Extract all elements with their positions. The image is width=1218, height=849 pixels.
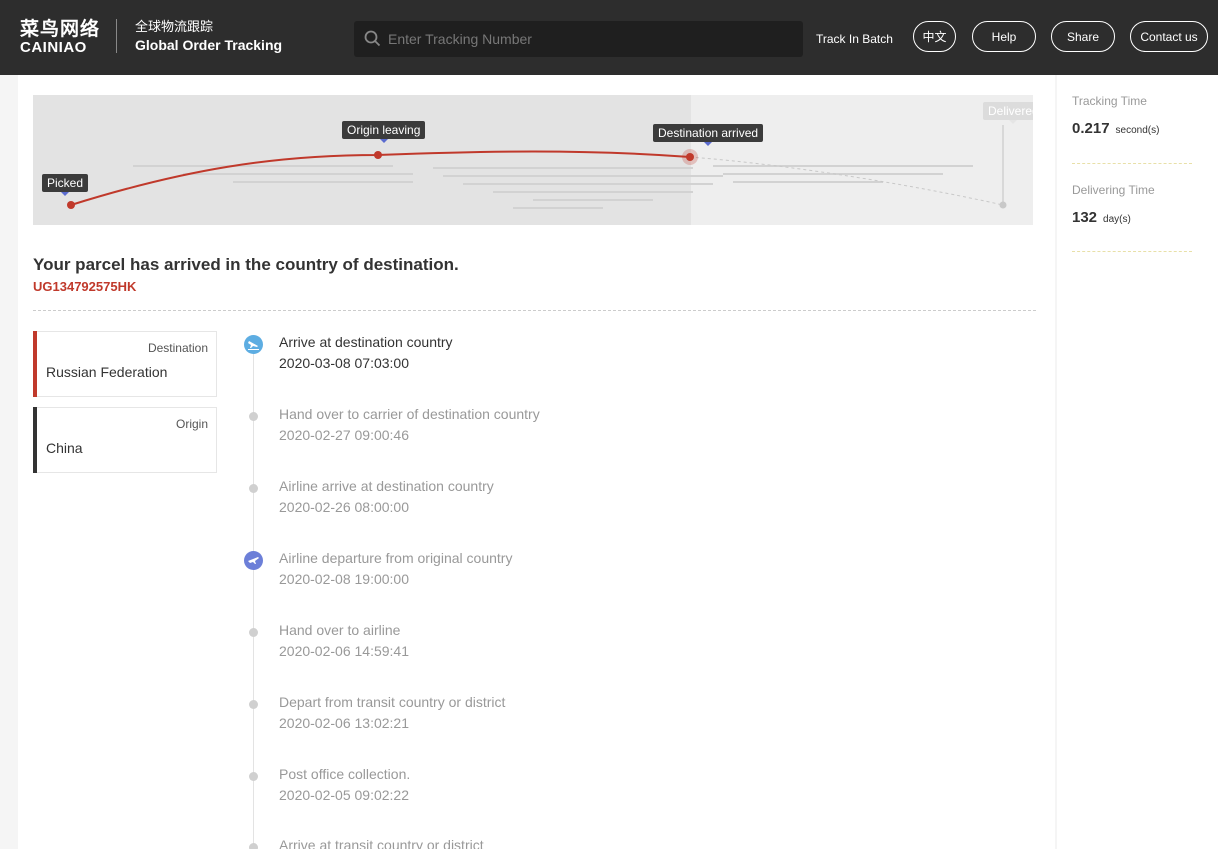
stats-divider [1072,163,1192,164]
tracking-number: UG134792575HK [33,279,137,294]
event-time: 2020-02-06 14:59:41 [279,643,409,659]
timeline-event: Hand over to carrier of destination coun… [18,405,918,465]
event-time: 2020-03-08 07:03:00 [279,355,409,371]
timeline-dot [249,843,258,849]
world-map-dots [133,165,973,209]
stage-tag-destination-arrived: Destination arrived [653,124,764,146]
share-button[interactable]: Share [1051,21,1115,52]
event-description: Arrive at transit country or district [279,837,484,849]
timeline-dot [249,628,258,637]
event-time: 2020-02-06 13:02:21 [279,715,409,731]
logo-chinese-text: 菜鸟网络 [20,18,101,40]
subtitle-english: Global Order Tracking [135,37,283,53]
timeline-dot [249,412,258,421]
search-icon[interactable] [364,30,381,47]
section-divider [33,310,1036,311]
event-description: Airline arrive at destination country [279,478,494,494]
top-header: 菜鸟网络 CAINIAO 全球物流跟踪 Global Order Trackin… [0,0,1218,75]
timeline-event: Arrive at destination country 2020-03-08… [18,333,918,393]
timeline-event: Arrive at transit country or district [18,836,918,849]
delivering-time-value: 132 [1072,209,1098,226]
event-description: Hand over to airline [279,622,401,638]
event-time: 2020-02-27 09:00:46 [279,427,409,443]
timeline-dot [249,772,258,781]
timeline-dot [249,700,258,709]
stage-tag-picked: Picked [42,174,89,196]
logo-english-text: CAINIAO [20,39,87,56]
plane-takeoff-icon [244,551,263,570]
track-in-batch-link[interactable]: Track In Batch [816,32,893,46]
event-description: Airline departure from original country [279,550,513,566]
contact-us-button[interactable]: Contact us [1130,21,1208,52]
stats-divider [1072,251,1192,252]
destination-arrived-point [686,153,694,161]
event-description: Post office collection. [279,766,411,782]
event-time: 2020-02-26 08:00:00 [279,499,409,515]
delivering-time-block: Delivering Time 132 day(s) [1072,183,1192,226]
parcel-status-title: Your parcel has arrived in the country o… [33,255,459,274]
route-map-svg [67,125,1007,209]
event-description: Hand over to carrier of destination coun… [279,406,540,422]
tracking-time-unit: second(s) [1115,125,1160,136]
main-panel: Picked Origin leaving Destination arrive… [18,75,1055,849]
tracking-time-value: 0.217 [1072,120,1110,137]
timeline-event: Hand over to airline 2020-02-06 14:59:41 [18,621,918,681]
delivering-time-label: Delivering Time [1072,183,1155,197]
language-button[interactable]: 中文 [913,21,956,52]
stage-tag-origin-leaving: Origin leaving [342,121,426,143]
event-time: 2020-02-05 09:02:22 [279,787,409,803]
logo-divider [116,19,117,53]
tracking-number-input[interactable] [388,21,793,57]
picked-point [67,201,75,209]
site-subtitle: 全球物流跟踪 Global Order Tracking [135,19,282,55]
timeline-event: Airline departure from original country … [18,549,918,609]
timeline-event: Post office collection. 2020-02-05 09:02… [18,765,918,825]
event-description: Arrive at destination country [279,334,453,350]
subtitle-chinese: 全球物流跟踪 [135,20,214,35]
delivered-point [999,201,1007,209]
tracking-time-label: Tracking Time [1072,94,1147,108]
event-time: 2020-02-08 19:00:00 [279,571,409,587]
timeline-event: Airline arrive at destination country 20… [18,477,918,537]
timeline-dot [249,484,258,493]
stage-tag-delivered: Delivered [983,102,1033,124]
search-box [354,21,803,57]
origin-leaving-point [374,151,382,159]
cainiao-logo[interactable]: 菜鸟网络 CAINIAO [20,18,100,56]
timeline-event: Depart from transit country or district … [18,693,918,753]
plane-landing-icon [244,335,263,354]
help-button[interactable]: Help [972,21,1036,52]
stats-sidebar: Tracking Time 0.217 second(s) Delivering … [1057,75,1218,849]
tracking-time-block: Tracking Time 0.217 second(s) [1072,94,1192,137]
delivering-time-unit: day(s) [1103,214,1131,225]
progress-map: Picked Origin leaving Destination arrive… [33,95,1033,225]
event-description: Depart from transit country or district [279,694,506,710]
travelled-route-line [70,150,691,206]
